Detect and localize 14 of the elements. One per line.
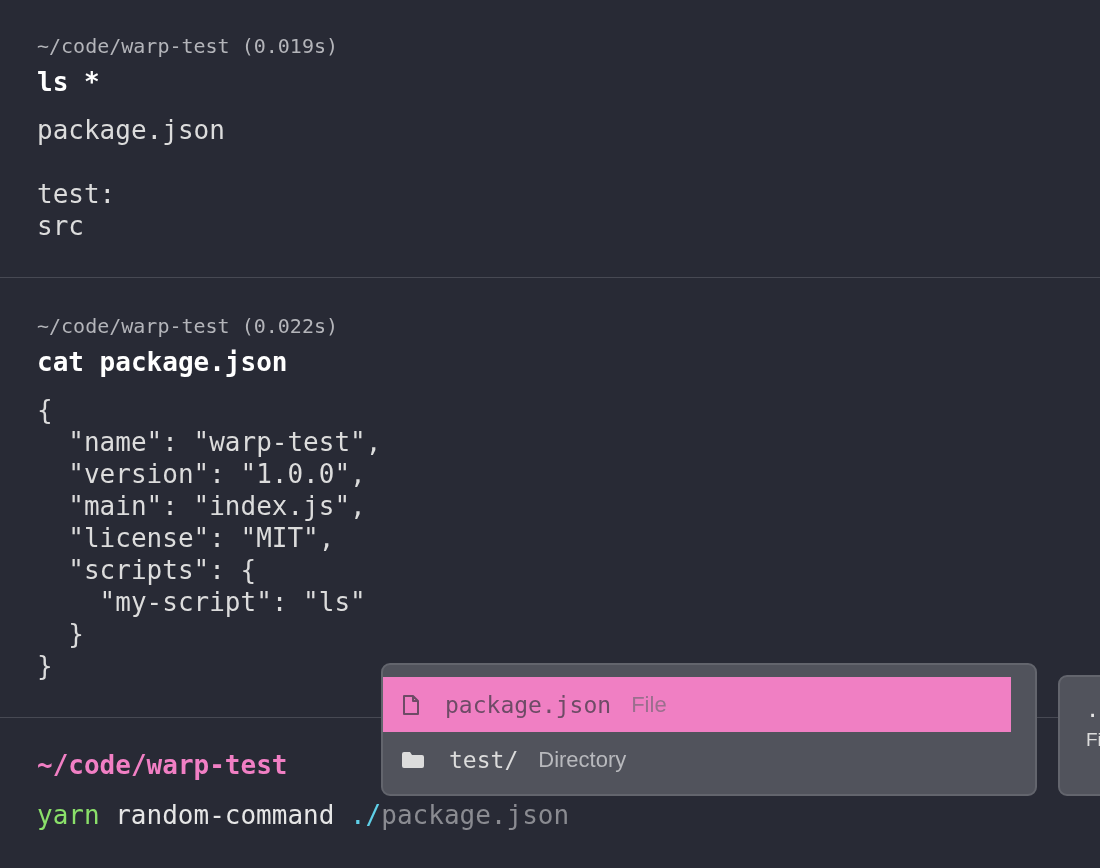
prompt-path: ~/code/warp-test (37, 749, 288, 781)
side-card-subtitle: Fi (1086, 728, 1100, 752)
completion-item[interactable]: package.json File (383, 677, 1011, 732)
file-icon (401, 693, 421, 716)
block-header: ~/code/warp-test (0.022s) (37, 314, 340, 338)
side-card-title: . (1086, 696, 1100, 724)
completion-item[interactable]: test/ Directory (383, 732, 1011, 787)
command-text: cat package.json (37, 346, 289, 378)
folder-icon (401, 749, 425, 770)
command-input[interactable]: yarn random-command ./package.json (37, 799, 570, 831)
command-text: ls * (37, 66, 101, 98)
command-output: { "name": "warp-test", "version": "1.0.0", "main": "index.js", "license": "MIT", "scripts": { "my-script": "ls" } } (37, 394, 383, 682)
command-output: package.json test: src (37, 114, 226, 242)
block-header: ~/code/warp-test (0.019s) (37, 34, 340, 58)
